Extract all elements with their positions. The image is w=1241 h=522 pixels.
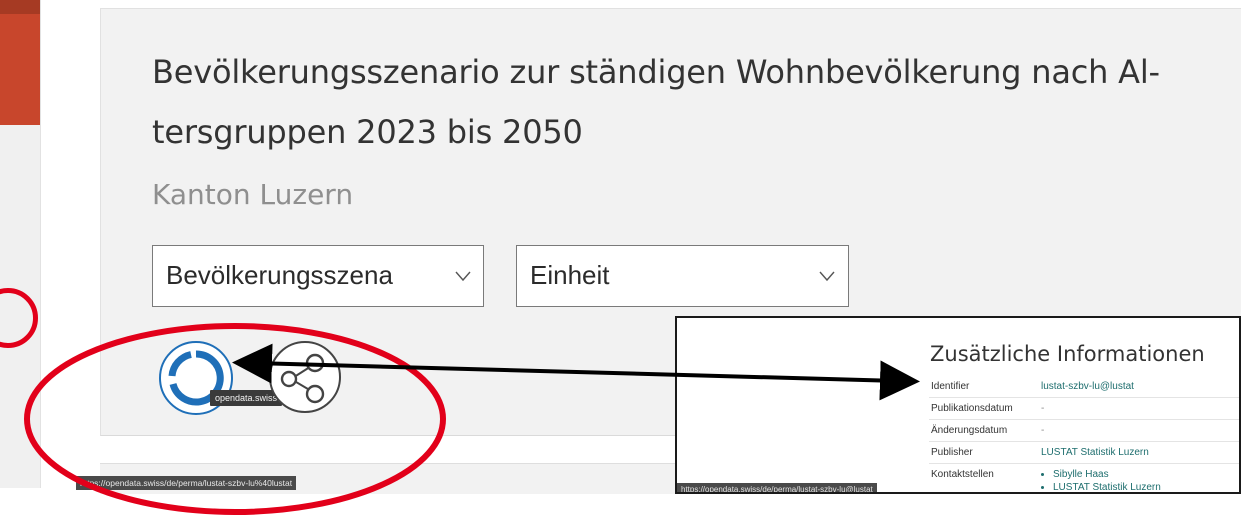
info-panel-title: Zusätzliche Informationen — [930, 342, 1205, 366]
status-bar-url: https://opendata.swiss/de/perma/lustat-s… — [76, 476, 297, 490]
scenario-dropdown[interactable]: Bevölkerungsszena — [152, 245, 484, 307]
info-row-modification-date: Änderungsdatum - — [929, 420, 1239, 442]
info-key: Publikationsdatum — [931, 403, 1013, 414]
info-key: Änderungsdatum — [931, 425, 1008, 436]
chevron-down-icon — [455, 271, 471, 282]
info-key: Kontaktstellen — [931, 469, 994, 480]
contact-link[interactable]: Sibylle Haas — [1053, 468, 1161, 481]
identifier-value[interactable]: lustat-szbv-lu@lustat — [1041, 381, 1134, 392]
info-row-identifier: Identifier lustat-szbv-lu@lustat — [929, 376, 1239, 398]
publication-date-value: - — [1041, 403, 1045, 414]
additional-info-panel: Zusätzliche Informationen Identifier lus… — [675, 316, 1241, 494]
info-key: Publisher — [931, 447, 973, 458]
modification-date-value: - — [1041, 425, 1045, 436]
info-key: Identifier — [931, 381, 970, 392]
page-title: Bevölkerungsszenario zur ständigen Wohnb… — [152, 53, 1160, 151]
info-row-contacts: Kontaktstellen Sibylle Haas LUSTAT Stati… — [929, 464, 1239, 492]
info-row-publisher: Publisher LUSTAT Statistik Luzern — [929, 442, 1239, 464]
info-row-publication-date: Publikationsdatum - — [929, 398, 1239, 420]
scenario-dropdown-label: Bevölkerungsszena — [166, 260, 393, 290]
left-panel-red-band — [0, 0, 40, 14]
contact-list: Sibylle Haas LUSTAT Statistik Luzern — [1033, 468, 1161, 492]
unit-dropdown[interactable]: Einheit — [516, 245, 849, 307]
contact-link[interactable]: LUSTAT Statistik Luzern — [1053, 481, 1161, 492]
status-bar-url: https://opendata.swiss/de/perma/lustat-s… — [677, 483, 877, 492]
left-panel-strip — [0, 0, 41, 488]
publisher-link[interactable]: LUSTAT Statistik Luzern — [1041, 447, 1149, 458]
share-icon[interactable] — [268, 340, 342, 414]
unit-dropdown-label: Einheit — [530, 260, 610, 290]
page-subtitle: Kanton Luzern — [152, 178, 354, 211]
chevron-down-icon — [819, 271, 835, 282]
left-panel-red-block — [0, 0, 40, 125]
